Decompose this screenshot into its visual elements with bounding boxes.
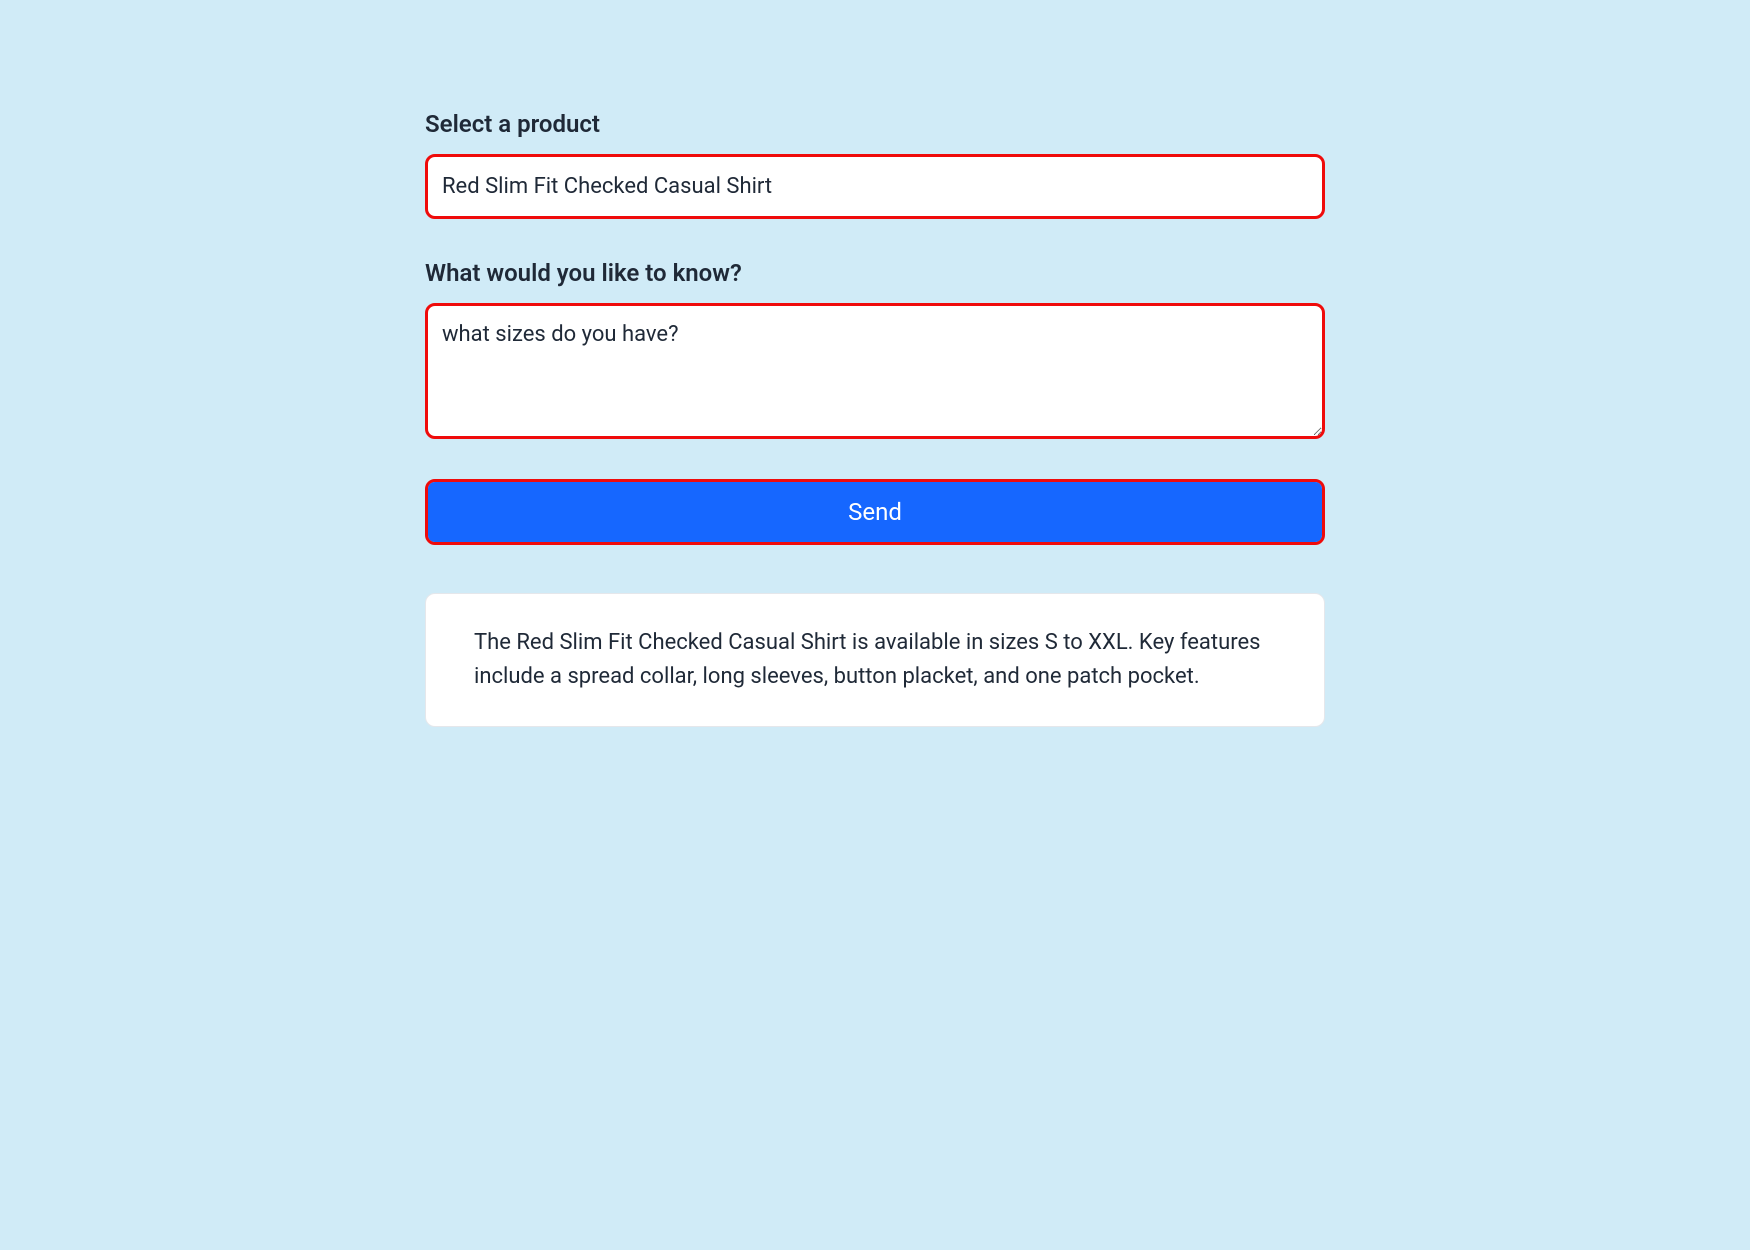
product-input-wrapper — [425, 154, 1325, 219]
send-button[interactable]: Send — [428, 482, 1322, 542]
response-card: The Red Slim Fit Checked Casual Shirt is… — [425, 593, 1325, 727]
question-input-wrapper — [425, 303, 1325, 439]
question-label: What would you like to know? — [425, 259, 1325, 287]
question-textarea[interactable] — [428, 306, 1322, 436]
response-text: The Red Slim Fit Checked Casual Shirt is… — [474, 626, 1276, 694]
form-container: Select a product What would you like to … — [425, 0, 1325, 767]
product-group: Select a product — [425, 110, 1325, 219]
product-input[interactable] — [428, 157, 1322, 216]
send-button-wrapper: Send — [425, 479, 1325, 545]
question-group: What would you like to know? — [425, 259, 1325, 439]
product-label: Select a product — [425, 110, 1325, 138]
